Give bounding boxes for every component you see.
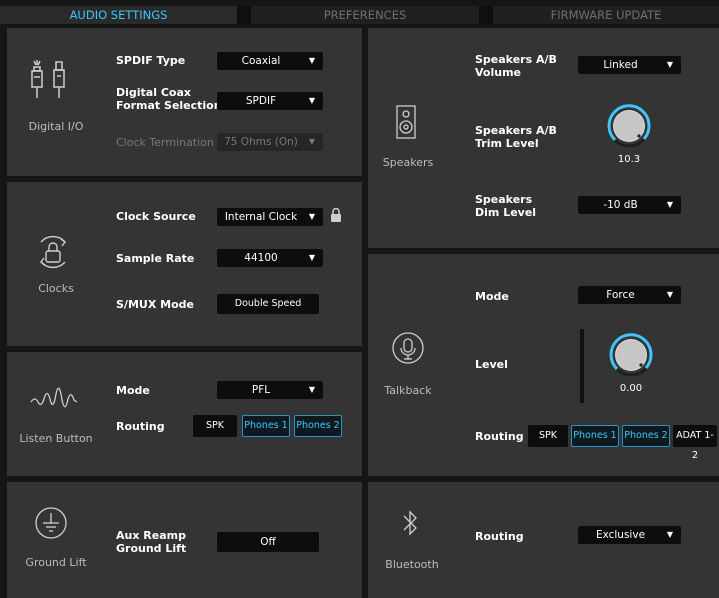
talkback-routing-phones-2[interactable]: Phones 2: [622, 425, 670, 447]
bluetooth-section-label: Bluetooth: [385, 558, 439, 571]
clocks-panel: Clocks Clock Source Internal Clock ▼ Sam…: [7, 182, 362, 346]
talkback-routing-label: Routing: [475, 430, 524, 443]
speakers-ab-volume-dropdown[interactable]: Linked ▼: [578, 56, 681, 74]
bluetooth-routing-label: Routing: [475, 530, 524, 543]
speakers-dim-label: Speakers Dim Level: [475, 193, 537, 219]
digital-io-panel: Digital I/O SPDIF Type Coaxial ▼ Digital…: [7, 28, 362, 176]
coax-format-value: SPDIF: [245, 95, 277, 107]
spdif-type-dropdown[interactable]: Coaxial ▼: [217, 52, 323, 70]
smux-mode-label: S/MUX Mode: [116, 298, 194, 311]
smux-mode-button[interactable]: Double Speed: [217, 294, 319, 314]
clock-termination-dropdown[interactable]: 75 Ohms (On) ▼: [217, 133, 323, 151]
sample-rate-label: Sample Rate: [116, 252, 195, 265]
tab-bar: AUDIO SETTINGS PREFERENCES FIRMWARE UPDA…: [0, 0, 719, 24]
talkback-level-knob[interactable]: [608, 332, 654, 378]
ground-lift-section-label: Ground Lift: [25, 556, 87, 569]
digital-io-section-label: Digital I/O: [28, 120, 84, 133]
clock-termination-value: 75 Ohms (On): [224, 136, 298, 148]
speakers-section-label: Speakers: [382, 156, 434, 169]
speakers-ab-volume-value: Linked: [603, 59, 638, 71]
chevron-down-icon: ▼: [308, 96, 315, 105]
chevron-down-icon: ▼: [666, 290, 673, 299]
talkback-level-label: Level: [475, 358, 508, 371]
tab-audio-settings[interactable]: AUDIO SETTINGS: [0, 6, 237, 24]
tab-divider: [237, 6, 251, 24]
listen-mode-value: PFL: [251, 384, 271, 396]
speakers-trim-value: 10.3: [617, 154, 641, 165]
speakers-dim-dropdown[interactable]: -10 dB ▼: [578, 196, 681, 214]
bluetooth-routing-dropdown[interactable]: Exclusive ▼: [578, 526, 681, 544]
tab-preferences[interactable]: PREFERENCES: [251, 6, 479, 24]
clock-sync-icon: [40, 235, 66, 269]
bluetooth-icon: [403, 510, 417, 536]
ground-icon: [35, 507, 67, 539]
listen-routing-phones-1[interactable]: Phones 1: [242, 415, 290, 437]
chevron-down-icon: ▼: [666, 200, 673, 209]
coax-format-label: Digital Coax Format Selection: [116, 86, 222, 112]
talkback-mode-dropdown[interactable]: Force ▼: [578, 286, 681, 304]
chevron-down-icon: ▼: [666, 530, 673, 539]
waveform-icon: [30, 387, 78, 408]
talkback-mode-value: Force: [606, 289, 635, 301]
sample-rate-value: 44100: [244, 252, 278, 264]
talkback-level-value: 0.00: [619, 383, 643, 394]
clocks-section-label: Clocks: [38, 282, 74, 295]
digital-io-icon: [31, 60, 65, 98]
speakers-panel: Speakers Speakers A/B Volume Linked ▼ Sp…: [368, 28, 719, 248]
coax-format-dropdown[interactable]: SPDIF ▼: [217, 92, 323, 110]
lock-icon[interactable]: [330, 207, 342, 223]
chevron-down-icon: ▼: [308, 56, 315, 65]
microphone-icon: [392, 332, 424, 364]
ground-lift-panel: Ground Lift Aux Reamp Ground Lift Off: [7, 482, 362, 598]
listen-routing-phones-2[interactable]: Phones 2: [294, 415, 342, 437]
bluetooth-panel: Bluetooth Routing Exclusive ▼: [368, 482, 719, 598]
talkback-routing-spk[interactable]: SPK: [528, 425, 568, 447]
listen-button-panel: Listen Button Mode PFL ▼ Routing SPK Pho…: [7, 352, 362, 476]
chevron-down-icon: ▼: [308, 137, 315, 146]
listen-routing-spk[interactable]: SPK: [193, 415, 237, 437]
speaker-icon: [396, 105, 416, 139]
talkback-section-label: Talkback: [384, 384, 432, 397]
talkback-level-meter: [580, 329, 584, 403]
clock-source-dropdown[interactable]: Internal Clock ▼: [217, 208, 323, 226]
clock-termination-label: Clock Termination: [116, 136, 214, 149]
talkback-mode-label: Mode: [475, 290, 509, 303]
talkback-routing-phones-1[interactable]: Phones 1: [571, 425, 619, 447]
listen-mode-label: Mode: [116, 384, 150, 397]
aux-reamp-ground-lift-label: Aux Reamp Ground Lift: [116, 529, 187, 555]
speakers-trim-label: Speakers A/B Trim Level: [475, 124, 557, 150]
clock-source-label: Clock Source: [116, 210, 196, 223]
spdif-type-value: Coaxial: [241, 55, 281, 67]
talkback-routing-adat-1-2[interactable]: ADAT 1-2: [673, 425, 717, 461]
bluetooth-routing-value: Exclusive: [595, 529, 646, 541]
clock-source-value: Internal Clock: [224, 211, 298, 223]
speakers-ab-volume-label: Speakers A/B Volume: [475, 53, 557, 79]
chevron-down-icon: ▼: [308, 385, 315, 394]
speakers-dim-value: -10 dB: [603, 199, 638, 211]
chevron-down-icon: ▼: [308, 212, 315, 221]
tab-divider: [479, 6, 493, 24]
listen-routing-label: Routing: [116, 420, 165, 433]
listen-mode-dropdown[interactable]: PFL ▼: [217, 381, 323, 399]
spdif-type-label: SPDIF Type: [116, 54, 186, 67]
ground-lift-toggle[interactable]: Off: [217, 532, 319, 552]
chevron-down-icon: ▼: [666, 60, 673, 69]
sample-rate-dropdown[interactable]: 44100 ▼: [217, 249, 323, 267]
speakers-trim-knob[interactable]: [606, 103, 652, 149]
chevron-down-icon: ▼: [308, 253, 315, 262]
tab-firmware-update[interactable]: FIRMWARE UPDATE: [493, 6, 719, 24]
listen-button-section-label: Listen Button: [19, 432, 93, 445]
talkback-panel: Talkback Mode Force ▼ Level 0.00 Routing…: [368, 254, 719, 476]
